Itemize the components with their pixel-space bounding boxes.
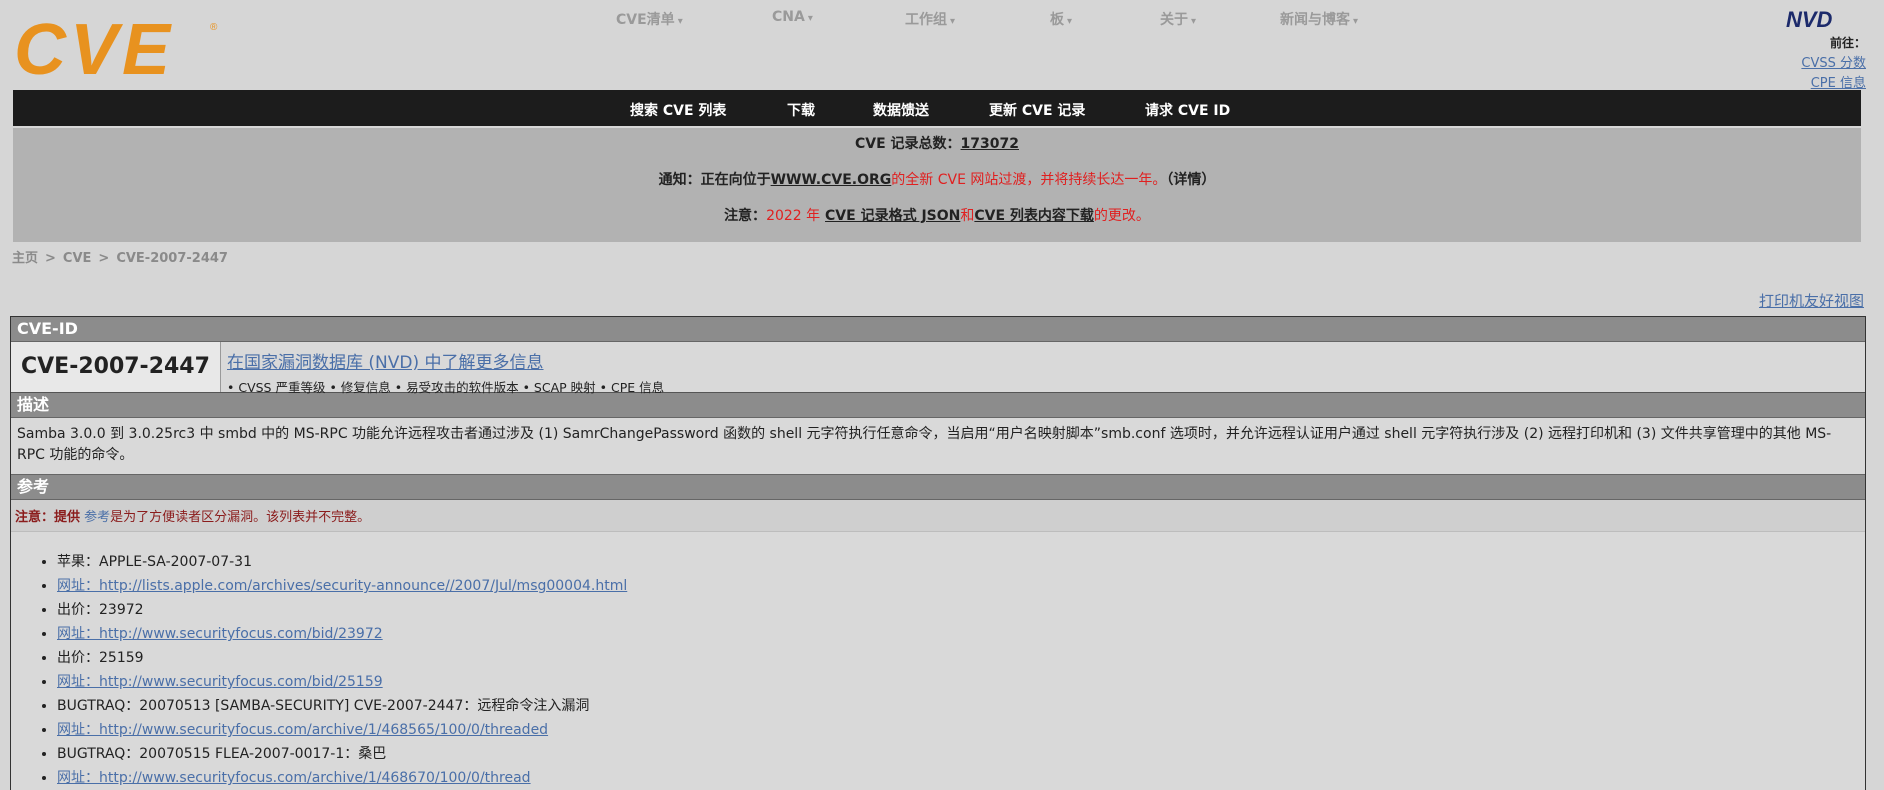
top-nav-working-groups[interactable]: 工作组 ▾ xyxy=(905,9,955,29)
reference-link[interactable]: 网址：http://www.securityfocus.com/archive/… xyxy=(57,770,531,786)
printer-friendly-link[interactable]: 打印机友好视图 xyxy=(1759,290,1864,311)
nav-data-feeds[interactable]: 数据馈送 xyxy=(873,100,929,120)
reference-item: 网址：http://lists.apple.com/archives/secur… xyxy=(57,574,1865,598)
reference-text: BUGTRAQ：20070515 FLEA-2007-0017-1：桑巴 xyxy=(57,746,387,762)
reference-item: 网址：http://www.securityfocus.com/archive/… xyxy=(57,766,1865,790)
top-nav-news-blog[interactable]: 新闻与博客 ▾ xyxy=(1280,9,1358,29)
total-records-label: CVE 记录总数： xyxy=(855,136,961,152)
reference-item: 网址：http://www.securityfocus.com/bid/2397… xyxy=(57,622,1865,646)
breadcrumb-cve[interactable]: CVE xyxy=(63,251,91,266)
cve-org-link[interactable]: WWW.CVE.ORG xyxy=(771,172,892,188)
nav-search-cve-list[interactable]: 搜索 CVE 列表 xyxy=(630,100,726,120)
reference-link[interactable]: 网址：http://lists.apple.com/archives/secur… xyxy=(57,578,627,594)
notice-area: CVE 记录总数：173072 通知：正在向位于WWW.CVE.ORG的全新 C… xyxy=(13,128,1861,242)
details-link[interactable]: （详情） xyxy=(1166,172,1215,188)
nvd-cpe-link[interactable]: CPE 信息 xyxy=(1746,72,1866,91)
svg-text:NVD: NVD xyxy=(1786,8,1833,30)
transition-notice: 通知：正在向位于WWW.CVE.ORG的全新 CVE 网站过渡，并将持续长达一年… xyxy=(13,169,1861,189)
nvd-block: NVD 前往： CVSS 分数 CPE 信息 xyxy=(1746,8,1866,91)
format-notice-year: 2022 年 xyxy=(766,208,821,224)
cve-id-row: CVE-2007-2447 在国家漏洞数据库 (NVD) 中了解更多信息 • C… xyxy=(11,342,1865,395)
nav-request-cve-id[interactable]: 请求 CVE ID xyxy=(1145,100,1230,120)
chevron-down-icon: ▾ xyxy=(1191,16,1197,27)
nav-update-cve-record[interactable]: 更新 CVE 记录 xyxy=(989,100,1085,120)
reference-text: 出价：25159 xyxy=(57,650,144,666)
reference-item: BUGTRAQ：20070513 [SAMBA-SECURITY] CVE-20… xyxy=(57,694,1865,718)
references-note-bold: 注意：提供 xyxy=(15,510,81,525)
total-records: CVE 记录总数：173072 xyxy=(13,133,1861,153)
reference-text: BUGTRAQ：20070513 [SAMBA-SECURITY] CVE-20… xyxy=(57,698,590,714)
breadcrumb-current: CVE-2007-2447 xyxy=(116,251,228,266)
nvd-goto-label: 前往： xyxy=(1829,36,1866,50)
reference-link[interactable]: 网址：http://www.securityfocus.com/archive/… xyxy=(57,722,548,738)
reference-text: 出价：23972 xyxy=(57,602,144,618)
chevron-down-icon: ▾ xyxy=(950,16,956,27)
total-records-value[interactable]: 173072 xyxy=(961,136,1019,152)
reference-item: BUGTRAQ：20070515 FLEA-2007-0017-1：桑巴 xyxy=(57,742,1865,766)
references-note: 注意：提供 参考是为了方便读者区分漏洞。该列表并不完整。 xyxy=(11,500,1865,532)
json-format-link[interactable]: CVE 记录格式 JSON xyxy=(825,208,960,224)
notice-prefix: 通知：正在向位于 xyxy=(658,172,771,188)
nvd-cvss-link[interactable]: CVSS 分数 xyxy=(1746,52,1866,71)
reference-link[interactable]: 网址：http://www.securityfocus.com/bid/2397… xyxy=(57,626,383,642)
cve-id-header: CVE-ID xyxy=(11,317,1865,342)
header: CVE ® CVE清单 ▾ CNA ▾ 工作组 ▾ 板 ▾ 关于 ▾ 新闻与博客 ▾ NVD… xyxy=(0,0,1884,91)
top-nav-cna[interactable]: CNA ▾ xyxy=(772,9,813,25)
top-nav-board[interactable]: 板 ▾ xyxy=(1050,9,1072,29)
notice-red-text: 的全新 CVE 网站过渡，并将持续长达一年。 xyxy=(891,172,1167,188)
breadcrumb: 主页 > CVE > CVE-2007-2447 xyxy=(12,247,228,266)
reference-text: 苹果：APPLE-SA-2007-07-31 xyxy=(57,554,252,570)
top-nav-about[interactable]: 关于 ▾ xyxy=(1160,9,1196,29)
chevron-down-icon: ▾ xyxy=(677,16,683,27)
nav-downloads[interactable]: 下载 xyxy=(787,100,815,120)
nvd-logo[interactable]: NVD xyxy=(1786,8,1866,30)
reference-item: 苹果：APPLE-SA-2007-07-31 xyxy=(57,550,1865,574)
references-note-rest: 是为了方便读者区分漏洞。该列表并不完整。 xyxy=(110,510,371,525)
references-header: 参考 xyxy=(11,475,1865,500)
nvd-info-list: • CVSS 严重等级 • 修复信息 • 易受攻击的软件版本 • SCAP 映射… xyxy=(227,380,665,395)
chevron-down-icon: ▾ xyxy=(1353,16,1359,27)
references-link[interactable]: 参考 xyxy=(84,510,110,525)
chevron-down-icon: ▾ xyxy=(1067,16,1073,27)
nvd-info-cell: 在国家漏洞数据库 (NVD) 中了解更多信息 • CVSS 严重等级 • 修复信… xyxy=(221,342,664,395)
reference-item: 网址：http://www.securityfocus.com/archive/… xyxy=(57,718,1865,742)
reference-item: 出价：25159 xyxy=(57,646,1865,670)
format-notice-suffix: 的更改。 xyxy=(1093,208,1150,224)
breadcrumb-sep: > xyxy=(98,251,110,266)
description-text: Samba 3.0.0 到 3.0.25rc3 中 smbd 中的 MS-RPC… xyxy=(11,418,1865,475)
top-nav-cve-list[interactable]: CVE清单 ▾ xyxy=(616,9,683,29)
cve-record-table: CVE-ID CVE-2007-2447 在国家漏洞数据库 (NVD) 中了解更… xyxy=(10,316,1866,790)
list-download-link[interactable]: CVE 列表内容下载 xyxy=(974,208,1094,224)
references-list: 苹果：APPLE-SA-2007-07-31 网址：http://lists.ap… xyxy=(11,532,1865,790)
main-nav: 搜索 CVE 列表 下载 数据馈送 更新 CVE 记录 请求 CVE ID xyxy=(13,90,1861,126)
description-header: 描述 xyxy=(11,393,1865,418)
breadcrumb-home[interactable]: 主页 xyxy=(12,251,38,266)
format-notice-prefix: 注意： xyxy=(724,208,767,224)
top-nav: CVE清单 ▾ CNA ▾ 工作组 ▾ 板 ▾ 关于 ▾ 新闻与博客 ▾ xyxy=(0,0,1884,36)
reference-item: 网址：http://www.securityfocus.com/bid/2515… xyxy=(57,670,1865,694)
breadcrumb-sep: > xyxy=(45,251,56,266)
reference-item: 出价：23972 xyxy=(57,598,1865,622)
format-notice-and: 和 xyxy=(960,208,975,224)
chevron-down-icon: ▾ xyxy=(807,13,813,24)
cve-id-value: CVE-2007-2447 xyxy=(11,342,221,392)
nvd-more-info-link[interactable]: 在国家漏洞数据库 (NVD) 中了解更多信息 xyxy=(227,348,664,373)
reference-link[interactable]: 网址：http://www.securityfocus.com/bid/2515… xyxy=(57,674,383,690)
format-notice: 注意：2022 年 CVE 记录格式 JSON和CVE 列表内容下载的更改。 xyxy=(13,205,1861,225)
